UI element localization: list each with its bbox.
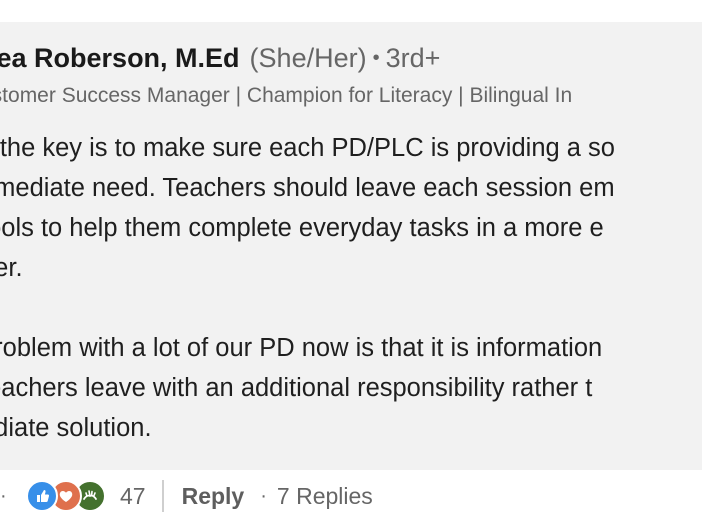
reactions-summary[interactable]: 47 xyxy=(26,480,146,512)
author-headline: ustomer Success Manager | Champion for L… xyxy=(0,84,573,107)
view-replies-link[interactable]: 7 Replies xyxy=(277,483,373,510)
comment-line: nmediate need. Teachers should leave eac… xyxy=(0,174,615,202)
comment-line: her. xyxy=(0,254,23,282)
reply-button[interactable]: Reply xyxy=(182,483,245,510)
like-icon xyxy=(26,480,58,512)
comment-footer: · 47 Reply · 7 Replies xyxy=(0,476,702,516)
author-name[interactable]: rea Roberson, M.Ed xyxy=(0,43,240,73)
comment-line: tools to help them complete everyday tas… xyxy=(0,214,604,242)
comment-line: teachers leave with an additional respon… xyxy=(0,374,593,402)
footer-separator: · xyxy=(260,484,267,507)
reaction-count[interactable]: 47 xyxy=(120,483,146,510)
comment-line: ediate solution. xyxy=(0,414,152,442)
comment-body: k the key is to make sure each PD/PLC is… xyxy=(0,128,702,448)
footer-divider xyxy=(161,480,164,512)
comment-line: problem with a lot of our PD now is that… xyxy=(0,334,603,362)
footer-lead-separator: · xyxy=(0,484,7,507)
connection-degree: 3rd+ xyxy=(385,43,441,73)
degree-separator: • xyxy=(372,47,380,69)
comment-page: rea Roberson, M.Ed (She/Her) • 3rd+ ustomer… xyxy=(0,0,702,526)
author-pronouns: (She/Her) xyxy=(249,43,367,73)
comment-header: rea Roberson, M.Ed (She/Her) • 3rd+ xyxy=(0,40,440,76)
comment-line: k the key is to make sure each PD/PLC is… xyxy=(0,134,615,162)
